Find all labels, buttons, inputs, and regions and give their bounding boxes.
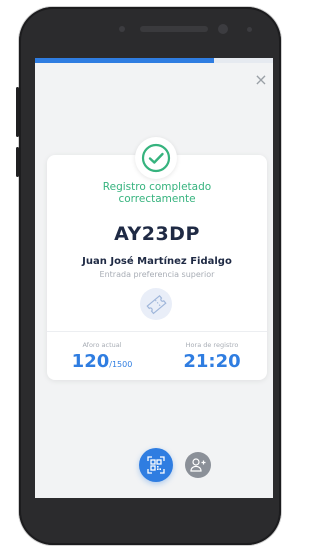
app-screen: × Registro completado correctamente AY23… — [35, 58, 273, 498]
ticket-icon — [140, 288, 172, 320]
close-button[interactable]: × — [252, 71, 270, 89]
registration-time-value: 21:20 — [183, 351, 241, 372]
close-icon: × — [254, 70, 268, 89]
power-button — [16, 147, 19, 177]
capacity-label: Aforo actual — [82, 341, 122, 349]
add-user-icon — [190, 458, 206, 472]
checkmark-circle-icon — [135, 137, 177, 179]
capacity-current: 120 — [71, 351, 110, 372]
add-user-button[interactable] — [185, 452, 211, 478]
booking-code: AY23DP — [114, 223, 200, 245]
card-divider — [47, 331, 267, 332]
volume-button — [16, 87, 19, 137]
registration-time-label: Hora de registro — [185, 341, 239, 349]
capacity-value: 120/1500 — [47, 351, 157, 372]
progress-bar — [35, 58, 273, 63]
sensor-dot — [247, 27, 252, 32]
attendee-name: Juan José Martínez Fidalgo — [82, 256, 232, 267]
ticket-type: Entrada preferencia superior — [99, 270, 215, 279]
speaker-grille — [140, 26, 208, 32]
sensor-dot — [119, 26, 125, 32]
camera-dot — [218, 24, 228, 34]
success-message: Registro completado correctamente — [102, 181, 212, 205]
registration-card: Registro completado correctamente AY23DP… — [47, 137, 267, 380]
progress-fill — [35, 58, 214, 63]
scan-qr-button[interactable] — [139, 448, 173, 482]
qr-scan-icon — [147, 456, 165, 474]
capacity-max: /1500 — [109, 360, 133, 369]
